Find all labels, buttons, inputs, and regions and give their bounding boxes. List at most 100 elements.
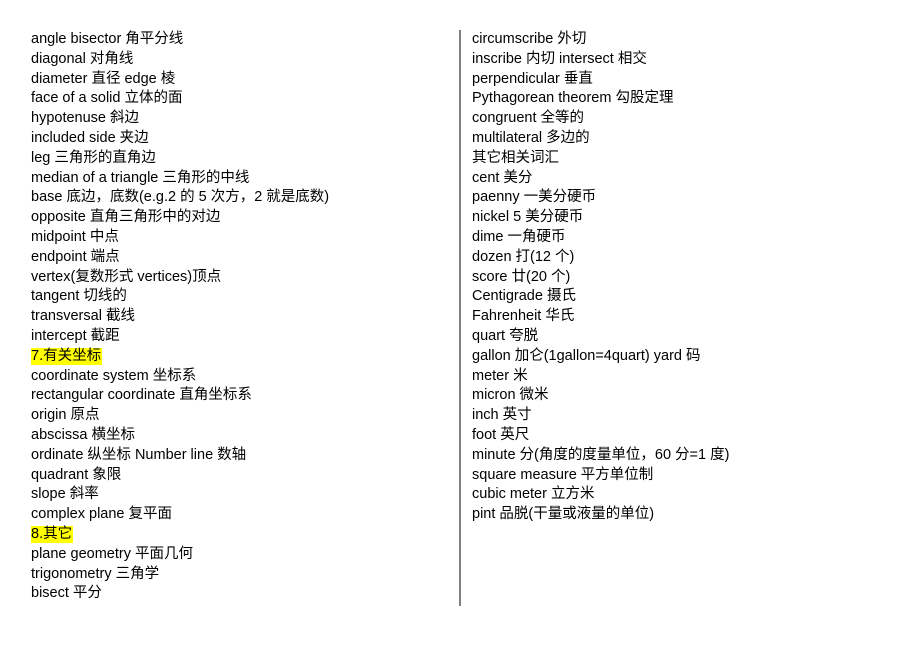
- vocabulary-entry: diameter 直径 edge 棱: [31, 70, 441, 90]
- vocabulary-entry: circumscribe 外切: [472, 30, 892, 50]
- vocabulary-entry: vertex(复数形式 vertices)顶点: [31, 268, 441, 288]
- vocabulary-entry: bisect 平分: [31, 584, 441, 604]
- vocabulary-entry: angle bisector 角平分线: [31, 30, 441, 50]
- entry-text: tangent 切线的: [31, 288, 127, 305]
- entry-text: hypotenuse 斜边: [31, 110, 140, 127]
- entry-text: median of a triangle 三角形的中线: [31, 169, 250, 186]
- entry-text: inch 英寸: [472, 407, 532, 424]
- entry-text: vertex(复数形式 vertices)顶点: [31, 268, 222, 285]
- vocabulary-entry: dozen 打(12 个): [472, 248, 892, 268]
- entry-text: angle bisector 角平分线: [31, 31, 184, 47]
- vocabulary-entry: rectangular coordinate 直角坐标系: [31, 386, 441, 406]
- entry-text: midpoint 中点: [31, 228, 119, 245]
- vocabulary-entry: perpendicular 垂直: [472, 70, 892, 90]
- vocabulary-entry: micron 微米: [472, 386, 892, 406]
- entry-text: coordinate system 坐标系: [31, 367, 197, 384]
- vocabulary-entry: slope 斜率: [31, 485, 441, 505]
- vocabulary-entry: 其它相关词汇: [472, 149, 892, 169]
- entry-text: congruent 全等的: [472, 110, 585, 127]
- section-heading: 8.其它: [31, 525, 441, 545]
- entry-text: dime 一角硬币: [472, 228, 566, 245]
- entry-text: base 底边，底数(e.g.2 的 5 次方，2 就是底数): [31, 189, 330, 206]
- entry-text: ordinate 纵坐标 Number line 数轴: [31, 446, 247, 463]
- entry-text: paenny 一美分硬币: [472, 189, 597, 206]
- entry-text: included side 夹边: [31, 129, 149, 146]
- vocabulary-entry: pint 品脱(干量或液量的单位): [472, 505, 892, 525]
- vocabulary-entry: Pythagorean theorem 勾股定理: [472, 89, 892, 109]
- vocabulary-entry: score 廿(20 个): [472, 268, 892, 288]
- section-heading: 7.有关坐标: [31, 347, 441, 367]
- entry-text: perpendicular 垂直: [472, 70, 593, 87]
- entry-text: endpoint 端点: [31, 248, 120, 265]
- vocabulary-entry: base 底边，底数(e.g.2 的 5 次方，2 就是底数): [31, 188, 441, 208]
- vocabulary-entry: leg 三角形的直角边: [31, 149, 441, 169]
- entry-text: bisect 平分: [31, 585, 102, 602]
- vocabulary-entry: included side 夹边: [31, 129, 441, 149]
- vocabulary-entry: Centigrade 摄氏: [472, 287, 892, 307]
- vocabulary-entry: inscribe 内切 intersect 相交: [472, 50, 892, 70]
- vocabulary-entry: quart 夸脱: [472, 327, 892, 347]
- entry-text: square measure 平方单位制: [472, 466, 654, 483]
- vocabulary-entry: tangent 切线的: [31, 287, 441, 307]
- entry-text: foot 英尺: [472, 426, 530, 443]
- vocabulary-entry: trigonometry 三角学: [31, 565, 441, 585]
- vocabulary-entry: dime 一角硬币: [472, 228, 892, 248]
- entry-text: transversal 截线: [31, 308, 135, 325]
- vocabulary-entry: median of a triangle 三角形的中线: [31, 169, 441, 189]
- vocabulary-entry: foot 英尺: [472, 426, 892, 446]
- entry-text: rectangular coordinate 直角坐标系: [31, 387, 252, 404]
- entry-text: 其它相关词汇: [472, 149, 559, 166]
- entry-text: cent 美分: [472, 169, 533, 186]
- vocabulary-entry: cubic meter 立方米: [472, 485, 892, 505]
- entry-text: pint 品脱(干量或液量的单位): [472, 506, 655, 523]
- entry-text: micron 微米: [472, 387, 549, 404]
- entry-text: Fahrenheit 华氏: [472, 308, 575, 325]
- entry-text: plane geometry 平面几何: [31, 545, 193, 562]
- entry-text: complex plane 复平面: [31, 506, 173, 523]
- vocabulary-entry: intercept 截距: [31, 327, 441, 347]
- vocabulary-entry: coordinate system 坐标系: [31, 367, 441, 387]
- vocabulary-entry: gallon 加仑(1gallon=4quart) yard 码: [472, 347, 892, 367]
- vocabulary-entry: midpoint 中点: [31, 228, 441, 248]
- entry-text: diameter 直径 edge 棱: [31, 70, 176, 87]
- entry-text: gallon 加仑(1gallon=4quart) yard 码: [472, 347, 701, 364]
- vocabulary-entry: meter 米: [472, 367, 892, 387]
- vocabulary-entry: hypotenuse 斜边: [31, 109, 441, 129]
- column-divider: [459, 30, 461, 606]
- vocabulary-entry: Fahrenheit 华氏: [472, 307, 892, 327]
- entry-text: meter 米: [472, 367, 528, 384]
- right-column: circumscribe 外切 inscribe 内切 intersect 相交 p…: [472, 30, 892, 525]
- vocabulary-entry: ordinate 纵坐标 Number line 数轴: [31, 446, 441, 466]
- vocabulary-entry: face of a solid 立体的面: [31, 89, 441, 109]
- vocabulary-entry: quadrant 象限: [31, 466, 441, 486]
- vocabulary-entry: cent 美分: [472, 169, 892, 189]
- vocabulary-entry: inch 英寸: [472, 406, 892, 426]
- entry-text: score 廿(20 个): [472, 268, 571, 285]
- vocabulary-entry: complex plane 复平面: [31, 505, 441, 525]
- vocabulary-entry: origin 原点: [31, 406, 441, 426]
- vocabulary-entry: plane geometry 平面几何: [31, 545, 441, 565]
- entry-text: opposite 直角三角形中的对边: [31, 209, 221, 226]
- entry-text: Pythagorean theorem 勾股定理: [472, 90, 674, 107]
- entry-text: trigonometry 三角学: [31, 565, 160, 582]
- vocabulary-entry: nickel 5 美分硬币: [472, 208, 892, 228]
- entry-text: leg 三角形的直角边: [31, 149, 156, 166]
- entry-text: quart 夸脱: [472, 327, 539, 344]
- entry-text: face of a solid 立体的面: [31, 90, 183, 107]
- entry-text: minute 分(角度的度量单位，60 分=1 度): [472, 446, 730, 463]
- vocabulary-entry: minute 分(角度的度量单位，60 分=1 度): [472, 446, 892, 466]
- entry-text: cubic meter 立方米: [472, 486, 595, 503]
- entry-text: abscissa 横坐标: [31, 426, 135, 443]
- left-column: angle bisector 角平分线 diagonal 对角线 diameter …: [31, 30, 441, 604]
- entry-text: circumscribe 外切: [472, 31, 587, 47]
- vocabulary-entry: paenny 一美分硬币: [472, 188, 892, 208]
- entry-text: inscribe 内切 intersect 相交: [472, 50, 647, 67]
- entry-text: multilateral 多边的: [472, 129, 590, 146]
- vocabulary-entry: transversal 截线: [31, 307, 441, 327]
- entry-text: diagonal 对角线: [31, 50, 134, 67]
- vocabulary-entry: opposite 直角三角形中的对边: [31, 208, 441, 228]
- entry-text: quadrant 象限: [31, 466, 122, 483]
- section-heading-text: 7.有关坐标: [31, 347, 103, 365]
- vocabulary-entry: abscissa 横坐标: [31, 426, 441, 446]
- vocabulary-entry: endpoint 端点: [31, 248, 441, 268]
